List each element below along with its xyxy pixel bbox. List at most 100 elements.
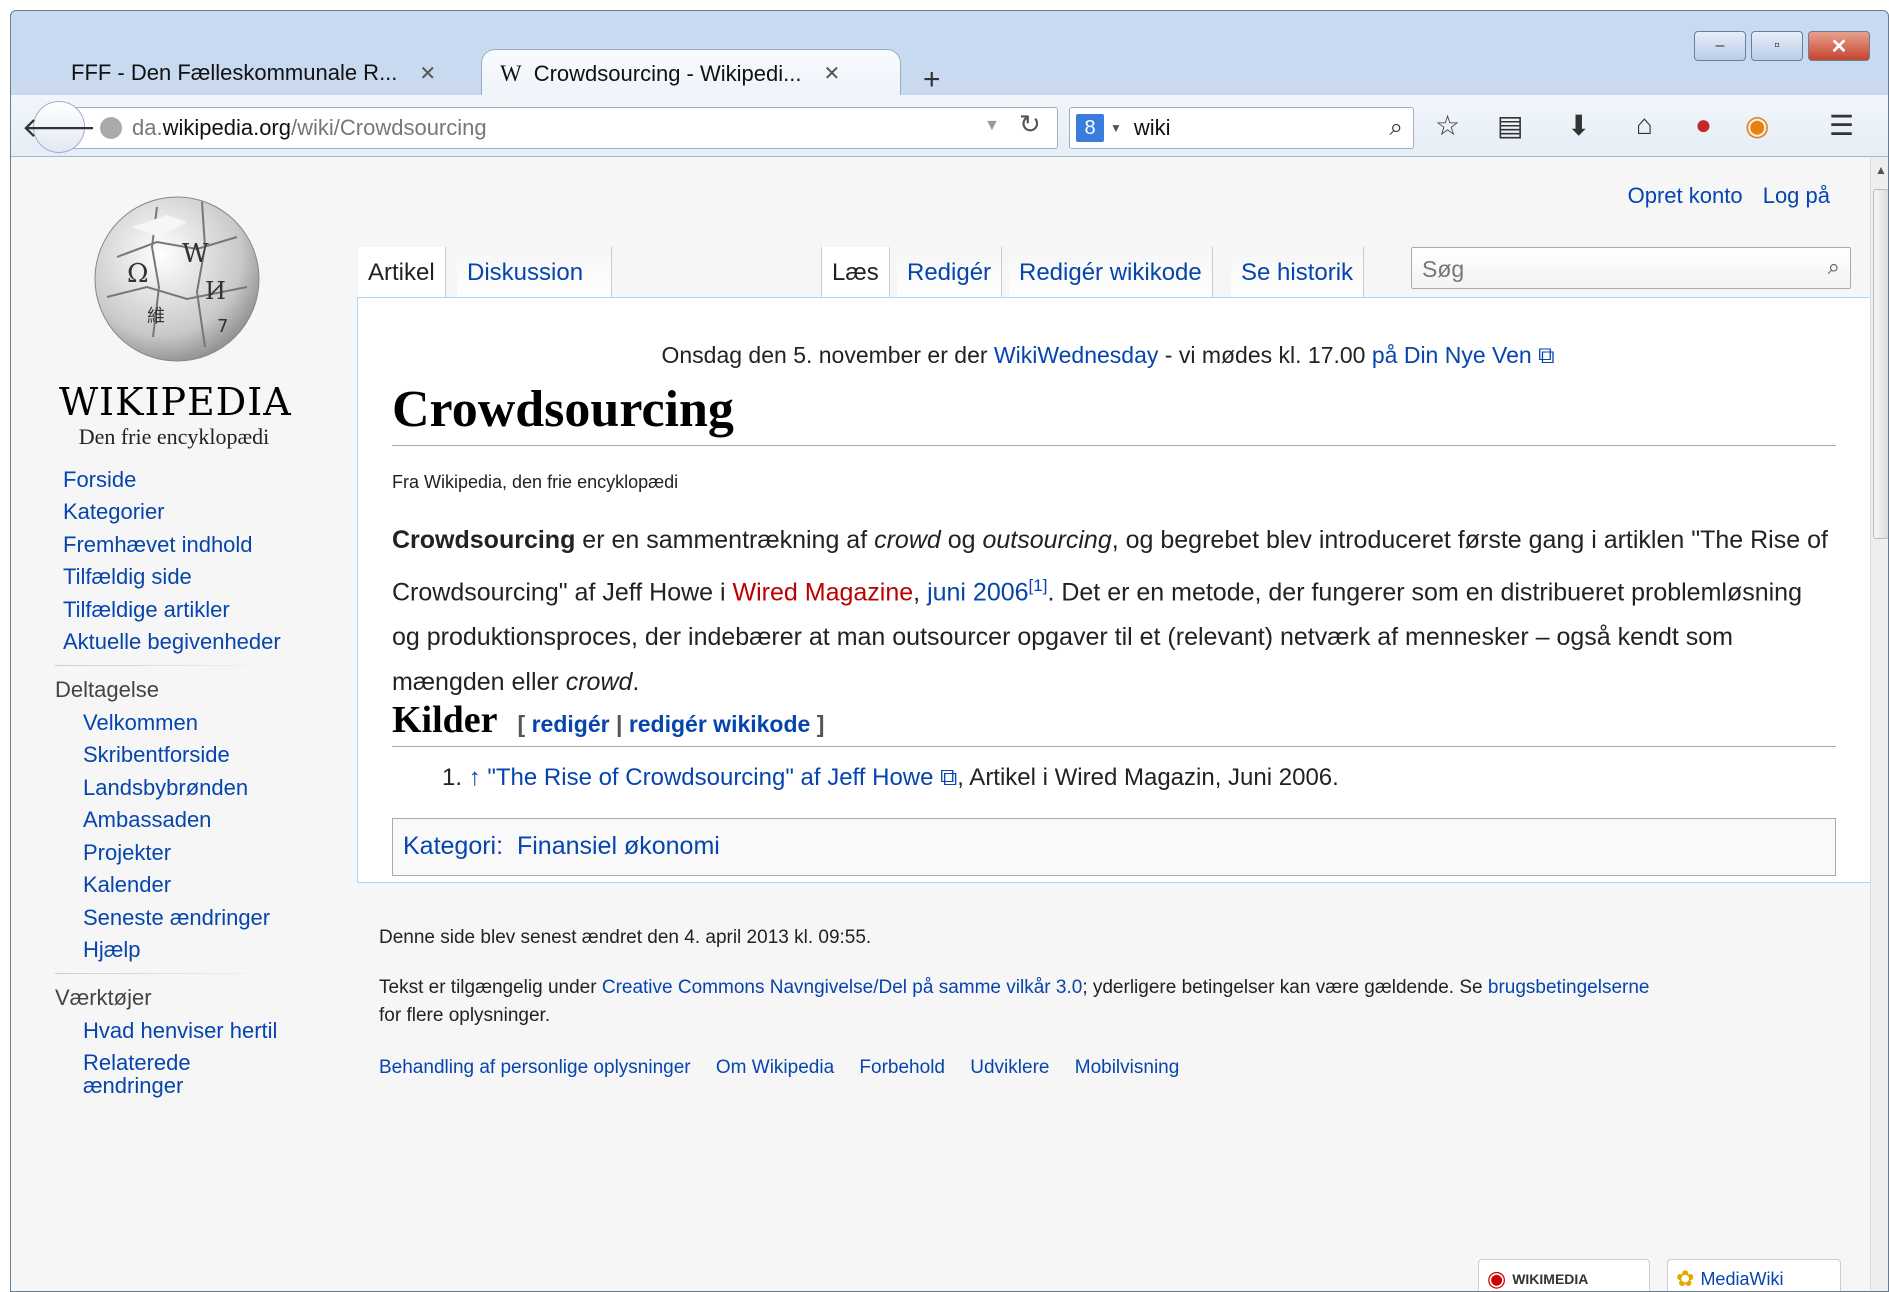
reload-icon[interactable]: ↻ <box>1019 109 1041 140</box>
sidebar-item-forside[interactable]: Forside <box>63 467 136 493</box>
privacy-link[interactable]: Behandling af personlige oplysninger <box>379 1057 691 1078</box>
categories-label-link[interactable]: Kategori: <box>403 832 503 860</box>
sidebar-item-featured[interactable]: Fremhævet indhold <box>63 532 253 558</box>
scroll-up-icon[interactable]: ▲ <box>1875 163 1887 177</box>
badge-text: WIKIMEDIA <box>1512 1271 1589 1287</box>
menu-icon[interactable]: ☰ <box>1829 109 1854 142</box>
maximize-button[interactable]: ▫ <box>1751 31 1803 61</box>
terms-link[interactable]: brugsbetingelserne <box>1488 977 1650 998</box>
sidebar-item-author-portal[interactable]: Skribentforside <box>83 742 230 768</box>
wikipedia-tagline: Den frie encyklopædi <box>78 424 270 449</box>
back-to-citation-link[interactable]: ↑ <box>469 764 481 791</box>
close-window-button[interactable]: ✕ <box>1808 31 1870 61</box>
download-icon[interactable]: ⬇ <box>1567 109 1590 142</box>
new-tab-button[interactable]: + <box>923 63 941 97</box>
page-scrollbar[interactable]: ▲ <box>1870 157 1888 1291</box>
category-link[interactable]: Finansiel økonomi <box>517 832 720 860</box>
mediawiki-badge[interactable]: ✿ MediaWiki <box>1667 1259 1841 1291</box>
sidebar-item-projects[interactable]: Projekter <box>83 840 171 866</box>
text: og <box>940 526 983 554</box>
sidebar-item-current-events[interactable]: Aktuelle begivenheder <box>63 629 281 655</box>
article-paragraph: Crowdsourcing er en sammentrækning af cr… <box>392 518 1836 705</box>
wikipedia-globe-icon: Ω W И 維 7 <box>94 196 260 362</box>
sidebar-item-related-changes-cont[interactable]: ændringer <box>83 1073 183 1099</box>
wired-magazine-redlink[interactable]: Wired Magazine <box>733 578 914 606</box>
sidebar-heading-tools[interactable]: Værktøjer <box>55 985 152 1011</box>
sidebar-item-welcome[interactable]: Velkommen <box>83 710 198 736</box>
page-title: Crowdsourcing <box>392 380 1836 446</box>
italic-term: outsourcing <box>982 526 1112 554</box>
tab-discussion[interactable]: Diskussion <box>457 247 612 299</box>
section-heading-sources: Kilder [ redigér | redigér wikikode ] <box>392 698 1836 747</box>
wikipedia-logo[interactable]: Ω W И 維 7 WIKIPEDIA Den frie encyklopædi <box>59 187 292 450</box>
wikipedia-wordmark: WIKIPEDIA <box>59 380 292 424</box>
tab-history[interactable]: Se historik <box>1231 247 1365 299</box>
tab-fff[interactable]: FFF - Den Fælleskommunale R... ✕ <box>53 49 473 97</box>
close-tab-icon[interactable]: ✕ <box>419 61 436 86</box>
wiki-search-input[interactable]: Søg ⌕ <box>1411 247 1851 289</box>
sidebar-item-random-page[interactable]: Tilfældig side <box>63 564 192 590</box>
search-icon[interactable]: ⌕ <box>1828 254 1840 280</box>
sidebar-item-recent-changes[interactable]: Seneste ændringer <box>83 905 270 931</box>
italic-term: crowd <box>874 526 941 554</box>
create-account-link[interactable]: Opret konto <box>1628 183 1743 208</box>
category-box: Kategori: Finansiel økonomi <box>392 818 1836 876</box>
close-tab-icon[interactable]: ✕ <box>823 61 840 86</box>
venue-link[interactable]: på Din Nye Ven <box>1372 342 1532 368</box>
wikimedia-badge[interactable]: ◉ WIKIMEDIA <box>1478 1259 1650 1291</box>
search-placeholder: Søg <box>1422 256 1465 282</box>
license-text: Tekst er tilgængelig under Creative Comm… <box>379 977 1670 999</box>
scroll-thumb[interactable] <box>1873 189 1888 539</box>
page-viewport: Ω W И 維 7 WIKIPEDIA Den frie encyklopædi… <box>11 157 1870 1291</box>
star-icon[interactable]: ☆ <box>1435 109 1460 142</box>
back-button[interactable]: 🡐 <box>21 101 97 153</box>
tab-edit[interactable]: Redigér <box>897 247 1003 299</box>
site-identity-icon[interactable] <box>100 117 122 139</box>
sidebar-item-kategorier[interactable]: Kategorier <box>63 499 165 525</box>
url-prefix: da. <box>132 115 163 140</box>
section-title: Kilder <box>392 699 498 741</box>
edit-source-section-link[interactable]: redigér wikikode <box>629 711 811 737</box>
navigation-toolbar: da. wikipedia.org/wiki/Crowdsourcing ▼ ↻ … <box>11 95 1888 157</box>
license-link[interactable]: Creative Commons Navngivelse/Del på samm… <box>602 977 1082 998</box>
disclaimer-link[interactable]: Forbehold <box>859 1057 945 1078</box>
minimize-button[interactable]: – <box>1694 31 1746 61</box>
url-history-dropdown-icon[interactable]: ▼ <box>984 117 1000 135</box>
reading-list-icon[interactable]: ▤ <box>1497 109 1523 142</box>
about-link[interactable]: Om Wikipedia <box>716 1057 834 1078</box>
sidebar-item-calendar[interactable]: Kalender <box>83 872 171 898</box>
tab-read[interactable]: Læs <box>821 247 890 299</box>
bold-term: Crowdsourcing <box>392 526 576 554</box>
addon-red-icon[interactable]: ● <box>1695 109 1712 141</box>
wikimedia-logo-icon: ◉ <box>1487 1266 1507 1291</box>
developers-link[interactable]: Udviklere <box>970 1057 1049 1078</box>
search-icon[interactable]: ⌕ <box>1390 114 1403 142</box>
sidebar-item-random-articles[interactable]: Tilfældige artikler <box>63 597 230 623</box>
wikiwednesday-link[interactable]: WikiWednesday <box>994 342 1158 368</box>
reference-1[interactable]: [1] <box>1029 576 1048 595</box>
reference-link[interactable]: "The Rise of Crowdsourcing" af Jeff Howe <box>487 764 933 791</box>
tab-strip: FFF - Den Fælleskommunale R... ✕ W Crowd… <box>11 11 1888 97</box>
text: ; yderligere betingelser kan være gælden… <box>1082 977 1488 998</box>
sidebar-heading-participation[interactable]: Deltagelse <box>55 677 159 703</box>
sidebar-item-help[interactable]: Hjælp <box>83 937 140 963</box>
url-bar[interactable]: da. wikipedia.org/wiki/Crowdsourcing <box>73 107 1058 149</box>
home-icon[interactable]: ⌂ <box>1636 109 1653 141</box>
bracket: ] <box>810 711 825 737</box>
login-link[interactable]: Log på <box>1763 183 1830 208</box>
addon-orange-icon[interactable]: ◉ <box>1745 109 1769 142</box>
search-bar[interactable]: 8 ▼ wiki ⌕ <box>1069 107 1414 149</box>
engine-dropdown-icon[interactable]: ▼ <box>1110 121 1122 135</box>
sidebar-item-embassy[interactable]: Ambassaden <box>83 807 211 833</box>
search-engine-icon[interactable]: 8 <box>1076 114 1104 142</box>
sidebar-item-village-pump[interactable]: Landsbybrønden <box>83 775 248 801</box>
edit-section-link[interactable]: redigér <box>532 711 610 737</box>
tab-article[interactable]: Artikel <box>358 247 446 299</box>
tab-crowdsourcing[interactable]: W Crowdsourcing - Wikipedi... ✕ <box>481 49 901 97</box>
date-link[interactable]: juni 2006 <box>927 578 1028 606</box>
mobile-view-link[interactable]: Mobilvisning <box>1075 1057 1180 1078</box>
article-content: Onsdag den 5. november er der WikiWednes… <box>357 297 1870 883</box>
tab-edit-source[interactable]: Redigér wikikode <box>1009 247 1213 299</box>
sidebar-item-what-links-here[interactable]: Hvad henviser hertil <box>83 1018 277 1044</box>
search-query[interactable]: wiki <box>1134 115 1390 141</box>
